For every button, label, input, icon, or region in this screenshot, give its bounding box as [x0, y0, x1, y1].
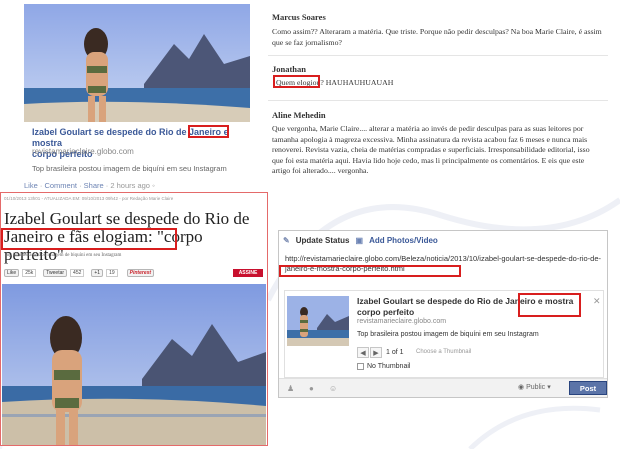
comment-text-3: Que vergonha, Marie Claire.... alterar a…: [272, 124, 590, 175]
no-thumbnail-checkbox[interactable]: No Thumbnail: [357, 363, 410, 370]
location-icon[interactable]: ●: [309, 384, 314, 393]
tweet-button[interactable]: Tweetar: [43, 269, 68, 277]
comment-author-3[interactable]: Aline Mehedin: [272, 110, 326, 120]
preview-description: Top brasileira postou imagem de biquíni …: [357, 331, 539, 338]
prev-icon[interactable]: ◀: [357, 347, 369, 358]
article-photo: [2, 284, 266, 445]
share-actions: Like · Comment · Share · 2 hours ago ◦: [24, 181, 155, 190]
choose-thumbnail-label: Choose a Thumbnail: [416, 349, 472, 355]
tweet-count: 452: [70, 269, 85, 277]
post-button[interactable]: Post: [569, 381, 607, 395]
checkbox[interactable]: [357, 363, 364, 370]
fb-like-button[interactable]: Like: [4, 269, 20, 277]
next-icon[interactable]: ▶: [370, 347, 382, 358]
subscribe-button[interactable]: ASSINE: [233, 269, 263, 277]
tab-add-photos[interactable]: Add Photos/Video: [369, 236, 438, 245]
comment-author-1[interactable]: Marcus Soares: [272, 12, 326, 22]
tab-update-status[interactable]: Update Status: [296, 236, 350, 245]
update-status-icon: ✎: [283, 236, 290, 245]
post-time: 2 hours ago: [110, 181, 150, 190]
highlight-article-title: [1, 228, 177, 250]
highlight-preview-title: [518, 293, 581, 317]
preview-thumbnail[interactable]: [287, 296, 349, 346]
globe-icon: ◉: [518, 384, 525, 391]
highlight-comment: [273, 75, 320, 88]
like-count: 25k: [22, 269, 37, 277]
comment-link[interactable]: Comment: [44, 181, 77, 190]
close-icon[interactable]: ✕: [593, 296, 601, 307]
divider: [268, 100, 608, 101]
gplus-count: 19: [106, 269, 118, 277]
highlight-url: [279, 265, 461, 277]
share-link[interactable]: Share: [84, 181, 104, 190]
privacy-selector[interactable]: ◉ Public ▾: [518, 383, 551, 392]
caret-down-icon: ▾: [547, 384, 551, 391]
comment-author-2[interactable]: Jonathan: [272, 64, 306, 74]
emoji-icon[interactable]: ☺: [329, 384, 337, 393]
share-url: revistamarieclaire.globo.com: [32, 147, 134, 156]
highlight-share-title: [188, 125, 229, 138]
share-description: Top brasileira postou imagem de biquíni …: [32, 164, 227, 173]
people-icon[interactable]: ♟: [287, 384, 294, 393]
article-subtitle: Top brasileira postou imagem de biquíni …: [4, 253, 122, 258]
comment-text-1: Como assim?? Alteraram a matéria. Que tr…: [272, 27, 602, 47]
thumbnail-pager: 1 of 1: [386, 349, 404, 356]
share-photo[interactable]: [24, 4, 250, 122]
preview-url: revistamarieclaire.globo.com: [357, 318, 447, 325]
globe-icon: ◦: [152, 181, 155, 190]
article-meta: 01/10/2013 13h01 - ATUALIZADA EM: 09/10/…: [4, 196, 174, 201]
social-bar: Like 25k Tweetar 452 +1 19 Pinterest: [4, 268, 155, 278]
pinterest-button[interactable]: Pinterest: [126, 269, 155, 277]
divider: [268, 55, 608, 56]
gplus-button[interactable]: +1: [91, 269, 104, 277]
like-link[interactable]: Like: [24, 181, 38, 190]
composer-tabs: ✎ Update Status ▣ Add Photos/Video: [283, 236, 438, 245]
photo-icon: ▣: [355, 236, 364, 245]
